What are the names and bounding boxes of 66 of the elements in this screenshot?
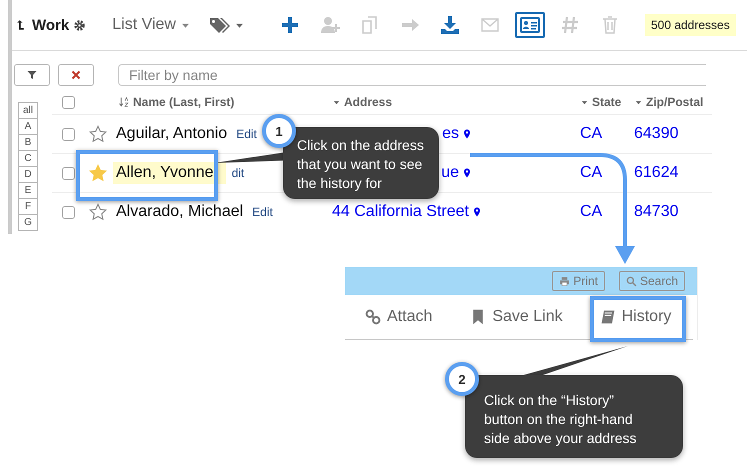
index-letter[interactable]: G bbox=[18, 215, 38, 231]
clear-filter-button[interactable] bbox=[58, 64, 94, 86]
tab-button[interactable]: History bbox=[600, 308, 672, 326]
index-letter[interactable]: E bbox=[18, 183, 38, 199]
printer-icon bbox=[559, 276, 570, 286]
search-icon bbox=[626, 276, 637, 286]
book-icon bbox=[600, 309, 616, 325]
edit-link[interactable]: dit bbox=[232, 166, 244, 180]
address-link[interactable]: es bbox=[442, 125, 459, 143]
row-checkbox[interactable] bbox=[62, 166, 75, 180]
address-count: 500 addresses bbox=[644, 14, 736, 36]
index-letter[interactable]: C bbox=[18, 151, 38, 167]
index-letter[interactable]: D bbox=[18, 167, 38, 183]
edit-link[interactable]: Edit bbox=[252, 205, 273, 219]
sort-icon bbox=[119, 96, 130, 108]
zip-cell-text: 64390 bbox=[634, 125, 680, 143]
callout-text: Click on the address that you want to see the history for bbox=[283, 127, 439, 199]
address-link[interactable]: 44 California Street bbox=[332, 203, 469, 221]
row-checkbox[interactable] bbox=[62, 206, 75, 218]
copy-icon bbox=[360, 15, 380, 35]
tags-icon bbox=[208, 16, 231, 34]
column-header[interactable]: Name (Last, First) bbox=[133, 95, 234, 109]
download-icon bbox=[440, 15, 460, 35]
contact-name: Alvarado, Michael bbox=[115, 202, 244, 222]
map-pin-icon bbox=[472, 205, 482, 219]
tab-button[interactable]: Attach bbox=[365, 308, 432, 326]
add-person-icon bbox=[320, 15, 340, 35]
filter-button[interactable] bbox=[14, 64, 50, 86]
index-letter[interactable]: all bbox=[18, 102, 38, 119]
row-checkbox[interactable] bbox=[62, 128, 75, 140]
star-icon[interactable] bbox=[89, 164, 107, 182]
index-letter[interactable]: F bbox=[18, 199, 38, 215]
column-header[interactable]: Zip/Postal bbox=[646, 95, 704, 109]
filter-field[interactable]: Filter by name bbox=[118, 64, 706, 86]
state-cell-text: CA bbox=[580, 125, 604, 143]
column-header[interactable]: State bbox=[592, 95, 622, 109]
plus-icon bbox=[280, 15, 300, 35]
funnel-icon bbox=[27, 70, 37, 80]
settings-icon bbox=[73, 18, 86, 32]
folder-title: Work bbox=[32, 16, 70, 34]
map-pin-icon bbox=[462, 166, 472, 180]
contact-name: Allen, Yvonne bbox=[113, 162, 226, 184]
state-cell-text: CA bbox=[580, 203, 604, 221]
state-cell-text: CA bbox=[580, 164, 604, 182]
zip-cell-text: 84730 bbox=[634, 203, 680, 221]
hash-icon bbox=[560, 15, 580, 35]
star-outline-icon[interactable] bbox=[89, 203, 107, 221]
address-link[interactable]: ue bbox=[441, 164, 459, 182]
tags-dropdown[interactable] bbox=[208, 16, 245, 34]
link-icon bbox=[365, 309, 381, 325]
column-header[interactable]: Address bbox=[344, 95, 392, 109]
index-letter[interactable]: B bbox=[18, 135, 38, 151]
step-number: 2 bbox=[445, 362, 479, 396]
edit-link[interactable]: Edit bbox=[236, 127, 257, 141]
contact-card-icon bbox=[520, 15, 540, 35]
map-pin-icon bbox=[462, 127, 472, 141]
close-icon bbox=[71, 70, 81, 80]
step-number: 1 bbox=[262, 114, 296, 148]
view-dropdown[interactable]: List View bbox=[112, 16, 191, 34]
star-outline-icon[interactable] bbox=[89, 125, 107, 143]
contact-card-button[interactable] bbox=[514, 12, 545, 38]
select-all-checkbox[interactable] bbox=[62, 96, 75, 108]
tab-button[interactable]: Save Link bbox=[470, 308, 563, 326]
contact-name: Aguilar, Antonio bbox=[115, 124, 228, 144]
zip-cell-text: 61624 bbox=[634, 164, 680, 182]
index-letter[interactable]: A bbox=[18, 119, 38, 135]
